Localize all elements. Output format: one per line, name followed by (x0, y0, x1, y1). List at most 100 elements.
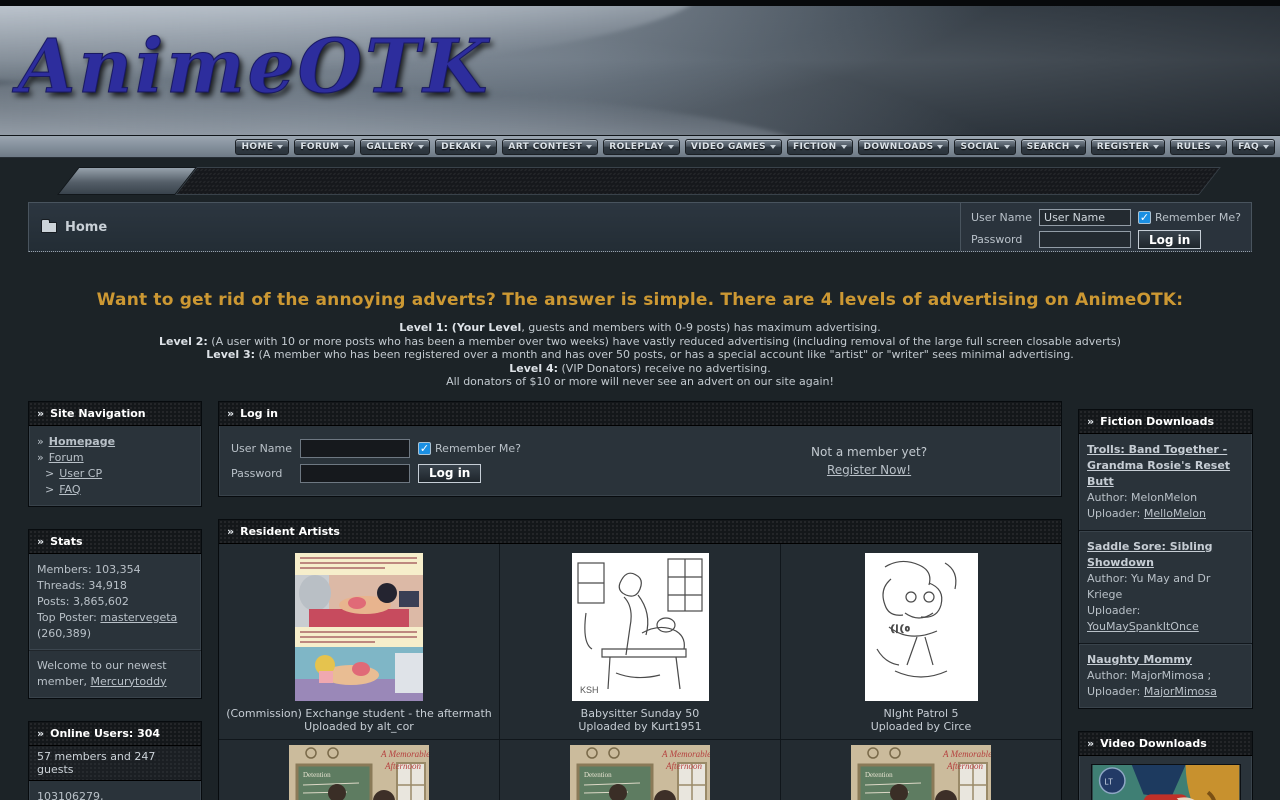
panel-header: » Site Navigation (29, 402, 201, 426)
nav-item-video-games[interactable]: VIDEO GAMES (685, 139, 782, 155)
advert-line: Level 4: (VIP Donators) receive no adver… (0, 362, 1280, 375)
sidebar-item-forum[interactable]: Forum (49, 450, 84, 466)
quick-login-form: User Name Remember Me? Password Log in (960, 203, 1251, 251)
site-logo[interactable]: AnimeOTK (18, 24, 491, 110)
chevron-down-icon (937, 145, 943, 149)
newest-member: Welcome to our newest member, Mercurytod… (37, 658, 193, 690)
newest-member-link[interactable]: Mercurytoddy (90, 675, 166, 688)
nav-item-roleplay[interactable]: ROLEPLAY (603, 139, 680, 155)
online-users-panel: » Online Users: 304 57 members and 247 g… (28, 721, 202, 800)
artist-thumbnail-comic[interactable] (295, 553, 423, 701)
panel-header: » Online Users: 304 (29, 722, 201, 746)
password-input[interactable] (300, 464, 410, 483)
login-button[interactable]: Log in (1138, 230, 1201, 249)
artist-thumbnail-bw-1[interactable]: KSH (572, 553, 709, 701)
artist-thumbnail-classroom[interactable] (851, 745, 991, 800)
login-button[interactable]: Log in (418, 464, 481, 483)
panel-header: » Resident Artists (219, 520, 1061, 544)
breadcrumb-band: Home User Name Remember Me? Password Log… (28, 202, 1252, 252)
artist-thumbnail-bw-2[interactable]: ( | ( o (865, 553, 978, 701)
uploader-link[interactable]: YouMaySpankItOnce (1087, 620, 1199, 633)
chevron-down-icon (485, 145, 491, 149)
fiction-uploader: Uploader: YouMaySpankItOnce (1087, 603, 1244, 635)
online-users-subtitle: 57 members and 247 guests (29, 746, 201, 781)
nav-item-faq[interactable]: FAQ (1232, 139, 1275, 155)
artist-thumbnail-classroom[interactable] (570, 745, 710, 800)
stats-panel: » Stats Members: 103,354 Threads: 34,918… (28, 529, 202, 699)
login-form: User Name Remember Me? Password Log in N… (219, 426, 1061, 496)
chevron-down-icon (1215, 145, 1221, 149)
advert-title: Want to get rid of the annoying adverts?… (0, 294, 1280, 307)
chevron-down-icon (841, 145, 847, 149)
advert-line: All donators of $10 or more will never s… (0, 375, 1280, 388)
artwork-title: (Commission) Exchange student - the afte… (225, 707, 493, 720)
site-banner[interactable]: AnimeOTK (0, 6, 1280, 136)
username-input[interactable] (1039, 209, 1131, 226)
home-folder-icon (41, 222, 57, 233)
fiction-title-link[interactable]: Trolls: Band Together - Grandma Rosie's … (1087, 443, 1230, 488)
artist-grid: (Commission) Exchange student - the afte… (219, 544, 1061, 800)
main-column: » Log in User Name Remember Me? Password… (218, 401, 1062, 800)
username-label: User Name (971, 211, 1032, 224)
content-columns: » Site Navigation »Homepage »Forum >User… (0, 389, 1280, 800)
uploader-link[interactable]: MajorMimosa (1144, 685, 1217, 698)
nav-item-art-contest[interactable]: ART CONTEST (502, 139, 598, 155)
username-label: User Name (231, 442, 292, 455)
fiction-title-link[interactable]: Naughty Mommy (1087, 653, 1192, 666)
nav-item-search[interactable]: SEARCH (1021, 139, 1086, 155)
main-navbar: HOME FORUM GALLERY DEKAKI ART CONTEST RO… (0, 136, 1280, 158)
sidebar-item-homepage[interactable]: Homepage (49, 434, 115, 450)
fiction-author: Author: MajorMimosa ; (1087, 668, 1244, 684)
nav-item-gallery[interactable]: GALLERY (360, 139, 430, 155)
remember-checkbox[interactable] (418, 442, 431, 455)
nav-item-dekaki[interactable]: DEKAKI (435, 139, 497, 155)
artist-cell (219, 740, 499, 800)
password-input[interactable] (1039, 231, 1131, 248)
advert-line: Level 1: (Your Level, guests and members… (0, 321, 1280, 334)
resident-artists-panel: » Resident Artists (218, 519, 1062, 800)
chevron-down-icon (586, 145, 592, 149)
fiction-author: Author: Yu May and Dr Kriege (1087, 571, 1244, 603)
artwork-uploader: Uploaded by Kurt1951 (506, 720, 774, 733)
video-thumbnail[interactable]: LT (1091, 764, 1241, 800)
nav-item-downloads[interactable]: DOWNLOADS (858, 139, 950, 155)
video-downloads-panel: » Video Downloads (1078, 731, 1253, 800)
breadcrumb: Home (29, 203, 107, 251)
svg-text:KSH: KSH (580, 685, 599, 695)
nav-item-register[interactable]: REGISTER (1091, 139, 1166, 155)
sidebar-item-faq[interactable]: FAQ (59, 482, 80, 498)
remember-checkbox[interactable] (1138, 211, 1151, 224)
username-input[interactable] (300, 439, 410, 458)
user-link[interactable]: 103106279 (37, 790, 107, 800)
remember-me: Remember Me? (1138, 211, 1241, 224)
nav-item-forum[interactable]: FORUM (294, 139, 355, 155)
fiction-uploader: Uploader: MajorMimosa (1087, 684, 1244, 700)
top-poster-link[interactable]: mastervegeta (100, 611, 177, 624)
sidebar-item-usercp[interactable]: User CP (59, 466, 102, 482)
nav-item-social[interactable]: SOCIAL (954, 139, 1015, 155)
artist-cell (500, 740, 780, 800)
nav-item-home[interactable]: HOME (235, 139, 289, 155)
nav-item-fiction[interactable]: FICTION (787, 139, 853, 155)
artist-cell: (Commission) Exchange student - the afte… (219, 544, 499, 739)
uploader-link[interactable]: MelloMelon (1144, 507, 1206, 520)
remember-me: Remember Me? (418, 442, 521, 455)
fiction-item: Naughty Mommy Author: MajorMimosa ; Uplo… (1079, 644, 1252, 708)
chevron-down-icon (1263, 145, 1269, 149)
chevron-down-icon (1074, 145, 1080, 149)
artist-caption: (Commission) Exchange student - the afte… (225, 707, 493, 733)
advertising-notice: Want to get rid of the annoying adverts?… (0, 294, 1280, 388)
stats-posts: Posts: 3,865,602 (37, 594, 193, 610)
fiction-title-link[interactable]: Saddle Sore: Sibling Showdown (1087, 540, 1213, 569)
divider (29, 649, 201, 651)
nav-item-rules[interactable]: RULES (1170, 139, 1227, 155)
artist-thumbnail-classroom[interactable] (289, 745, 429, 800)
advert-line: Level 3: (A member who has been register… (0, 348, 1280, 361)
stats-top-poster-count: (260,389) (37, 626, 193, 642)
site-navigation-panel: » Site Navigation »Homepage »Forum >User… (28, 401, 202, 507)
artwork-uploader: Uploaded by alt_cor (225, 720, 493, 733)
page-title: Home (65, 220, 107, 235)
fiction-item: Trolls: Band Together - Grandma Rosie's … (1079, 434, 1252, 531)
artwork-uploader: Uploaded by Circe (787, 720, 1055, 733)
register-now-link[interactable]: Register Now! (827, 463, 911, 477)
